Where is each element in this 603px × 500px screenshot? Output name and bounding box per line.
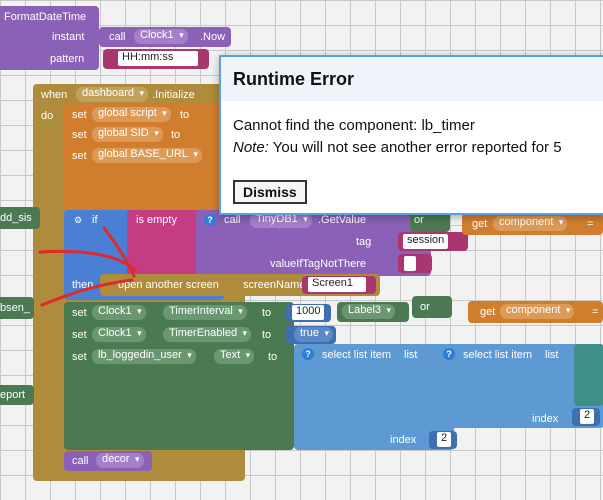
to-label: to (180, 109, 190, 121)
open-another-screen-label: open another screen (118, 279, 219, 291)
lb-loggedin-user-dropdown[interactable]: lb_loggedin_user (92, 349, 196, 364)
left-partial-label-1: dd_sis (0, 212, 32, 224)
clock1-dropdown[interactable]: Clock1 (92, 305, 146, 320)
index-label: index (390, 434, 417, 446)
empty-text-value[interactable] (404, 256, 416, 271)
tag-value[interactable]: session (403, 234, 449, 249)
now-method: .Now (200, 31, 226, 43)
format-datetime-label: FormatDateTime (4, 11, 87, 23)
screen-name-value[interactable]: Screen1 (308, 277, 366, 292)
left-partial-label-2: bsen_ (0, 302, 30, 314)
component-dropdown[interactable]: component (500, 304, 575, 319)
initialize-label: .Initialize (152, 89, 195, 101)
pattern-value[interactable]: HH:mm:ss (118, 51, 198, 66)
global-script-dropdown[interactable]: global script (92, 107, 171, 122)
list-label: list (545, 349, 559, 361)
to-label: to (262, 307, 272, 319)
equals-label: = (587, 218, 594, 230)
boolean-dropdown[interactable]: true (294, 327, 333, 342)
call-label: call (224, 214, 241, 226)
timer-interval-dropdown[interactable]: TimerInterval (163, 305, 247, 320)
global-base-url-dropdown[interactable]: global BASE_URL (92, 148, 202, 163)
label3-dropdown[interactable]: Label3 (342, 304, 396, 319)
set-label: set (72, 109, 87, 121)
call-label: call (109, 31, 126, 43)
dashboard-dropdown[interactable]: dashboard (76, 87, 148, 102)
instant-label: instant (52, 31, 85, 43)
select-list-item-label: select list item (322, 349, 392, 361)
set-label: set (72, 329, 87, 341)
set-label: set (72, 307, 87, 319)
decor-dropdown[interactable]: decor (96, 453, 144, 468)
dialog-message: Cannot find the component: lb_timer (233, 117, 475, 134)
gear-icon[interactable]: ⚙ (72, 214, 84, 226)
runtime-error-dialog: Runtime Error Cannot find the component:… (219, 55, 603, 215)
or-block-2[interactable] (412, 296, 452, 318)
teal-partial-block[interactable] (574, 344, 603, 406)
or-label: or (414, 214, 424, 226)
to-label: to (262, 329, 272, 341)
to-label: to (171, 129, 181, 141)
text-prop-dropdown[interactable]: Text (214, 349, 255, 364)
list-label: list (404, 349, 418, 361)
pattern-label: pattern (50, 53, 85, 65)
dialog-title: Runtime Error (221, 57, 603, 101)
dismiss-button[interactable]: Dismiss (233, 180, 307, 204)
select-list-item-label: select list item (463, 349, 533, 361)
if-label: if (92, 214, 98, 226)
equals-label: = (592, 306, 599, 318)
or-label: or (420, 301, 430, 313)
global-sid-dropdown[interactable]: global SID (92, 127, 163, 142)
when-label: when (41, 89, 68, 101)
getvalue-method: .GetValue (318, 214, 367, 226)
get-label: get (480, 306, 496, 318)
set-label: set (72, 351, 87, 363)
clock1-dropdown[interactable]: Clock1 (92, 327, 146, 342)
note-text: You will not see another error reported … (268, 139, 562, 156)
call-label: call (72, 455, 89, 467)
note-label: Note: (233, 139, 269, 156)
timer-enabled-dropdown[interactable]: TimerEnabled (163, 327, 252, 342)
then-label: then (72, 279, 94, 291)
set-label: set (72, 129, 87, 141)
index-label: index (532, 413, 559, 425)
to-label: to (268, 351, 278, 363)
dialog-note: Note: You will not see another error rep… (233, 139, 562, 156)
set-timer-blocks[interactable] (64, 302, 294, 450)
index-value[interactable]: 2 (437, 432, 452, 447)
do-label: do (41, 110, 54, 122)
timer-interval-value[interactable]: 1000 (292, 305, 324, 320)
tag-label: tag (356, 236, 372, 248)
value-if-tag-not-there-label: valueIfTagNotThere (270, 258, 366, 270)
screen-name-label: screenName (243, 279, 306, 291)
index-value[interactable]: 2 (580, 409, 595, 424)
clock1-dropdown[interactable]: Clock1 (134, 29, 188, 44)
help-icon[interactable]: ? (302, 348, 314, 360)
is-empty-label: is empty (136, 214, 177, 226)
get-label: get (472, 218, 488, 230)
left-partial-label-3: eport (0, 389, 26, 401)
help-icon[interactable]: ? (443, 348, 455, 360)
tinydb1-dropdown[interactable]: TinyDB1 (250, 213, 312, 228)
help-icon[interactable]: ? (204, 214, 216, 226)
set-label: set (72, 150, 87, 162)
component-dropdown[interactable]: component (493, 216, 568, 231)
